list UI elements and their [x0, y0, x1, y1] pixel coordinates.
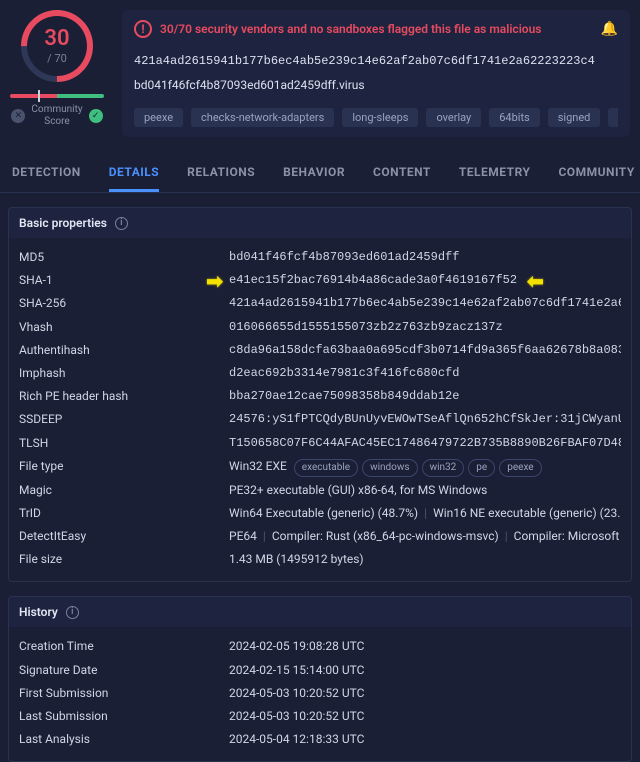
row-filetype: File type Win32 EXE executablewindowswin… — [9, 455, 631, 479]
flag-summary-text: 30/70 security vendors and no sandboxes … — [160, 22, 541, 36]
section-basic-properties: Basic properties i MD5bd041f46fcf4b87093… — [8, 207, 632, 582]
tag-signed[interactable]: signed — [548, 108, 601, 127]
tab-relations[interactable]: RELATIONS — [187, 153, 255, 192]
row-ssdeep: SSDEEP24576:yS1fPTCQdyBUnUyvEWOwTSeAflQn… — [9, 408, 631, 431]
row-sha1: SHA-1 ➡ e41ec15f2bac76914b4a86cade3a0f46… — [9, 269, 631, 292]
row-tlsh: TLSHT150658C07F6C44AFAC45EC17486479722B7… — [9, 432, 631, 455]
row-magic: MagicPE32+ executable (GUI) x86-64, for … — [9, 479, 631, 502]
highlight-arrow-right-icon: ➡ — [206, 275, 223, 287]
tab-community[interactable]: COMMUNITY — [558, 153, 634, 192]
tab-detection[interactable]: DETECTION — [12, 153, 81, 192]
tab-content[interactable]: CONTENT — [373, 153, 431, 192]
tab-telemetry[interactable]: TELEMETRY — [459, 153, 531, 192]
section-history: History i Creation Time2024-02-05 19:08:… — [8, 596, 632, 762]
row-authentihash: Authentihashc8da96a158dcfa63baa0a695cdf3… — [9, 339, 631, 362]
tag-persistence[interactable]: persistence — [608, 108, 618, 127]
row-first-submission: First Submission2024-05-03 10:20:52 UTC — [9, 682, 631, 705]
tag-long-sleeps[interactable]: long-sleeps — [342, 108, 418, 127]
row-last-submission: Last Submission2024-05-03 10:20:52 UTC — [9, 705, 631, 728]
file-summary-header: 30 / 70 ✕ Community Score ✓ ! 30/70 secu… — [0, 0, 640, 151]
filetype-pill-pe[interactable]: pe — [468, 459, 495, 477]
row-richpe: Rich PE header hashbba270ae12cae75098358… — [9, 385, 631, 408]
tab-details[interactable]: DETAILS — [109, 153, 159, 192]
section-title: History — [19, 605, 58, 619]
tag-64bits[interactable]: 64bits — [489, 108, 540, 127]
filetype-pill-peexe[interactable]: peexe — [499, 459, 541, 477]
section-header-basic[interactable]: Basic properties i — [9, 208, 631, 238]
row-sha256: SHA-256421a4ad2615941b177b6ec4ab5e239c14… — [9, 292, 631, 315]
alert-icon: ! — [134, 20, 152, 38]
highlight-arrow-left-icon: ➡ — [527, 275, 544, 287]
filetype-pill-windows[interactable]: windows — [362, 459, 418, 477]
community-score-label: Community Score — [31, 104, 82, 128]
section-title: Basic properties — [19, 216, 107, 230]
filetype-pill-win32[interactable]: win32 — [422, 459, 465, 477]
close-icon[interactable]: ✕ — [11, 109, 25, 123]
info-icon[interactable]: i — [66, 606, 79, 619]
detection-score-ring: 30 / 70 — [21, 10, 93, 82]
sha256-display: 421a4ad2615941b177b6ec4ab5e239c14e62af2a… — [134, 54, 618, 68]
row-md5: MD5bd041f46fcf4b87093ed601ad2459dff — [9, 246, 631, 269]
row-filesize: File size1.43 MB (1495912 bytes) — [9, 548, 631, 571]
filename-display: bd041f46fcf4b87093ed601ad2459dff.virus — [134, 78, 618, 92]
tag-peexe[interactable]: peexe — [134, 108, 183, 127]
tab-behavior[interactable]: BEHAVIOR — [283, 153, 345, 192]
score-value: 30 — [44, 28, 69, 50]
row-vhash: Vhash016066655d1555155073zb2z763zb9zacz1… — [9, 316, 631, 339]
row-imphash: Imphashd2eac692b3314e7981c3f416fc680cfd — [9, 362, 631, 385]
row-creation-time: Creation Time2024-02-05 19:08:28 UTC — [9, 635, 631, 658]
row-detectiteasy: DetectItEasy PE64|Compiler: Rust (x86_64… — [9, 525, 631, 548]
tag-overlay[interactable]: overlay — [426, 108, 481, 127]
score-column: 30 / 70 ✕ Community Score ✓ — [10, 10, 104, 137]
row-trid: TrID Win64 Executable (generic) (48.7%)|… — [9, 502, 631, 525]
header-main-panel: ! 30/70 security vendors and no sandboxe… — [122, 10, 630, 137]
tag-checks-network-adapters[interactable]: checks-network-adapters — [191, 108, 334, 127]
info-icon[interactable]: i — [115, 217, 128, 230]
bell-icon[interactable]: 🔔 — [601, 21, 618, 37]
check-icon[interactable]: ✓ — [89, 109, 103, 123]
tag-row: peexe checks-network-adapters long-sleeps o… — [134, 108, 618, 127]
score-meter — [10, 94, 104, 98]
section-header-history[interactable]: History i — [9, 597, 631, 627]
score-denominator: / 70 — [44, 52, 69, 65]
row-signature-date: Signature Date2024-02-15 15:14:00 UTC — [9, 659, 631, 682]
tab-bar: DETECTION DETAILS RELATIONS BEHAVIOR CONTENT… — [0, 153, 640, 193]
row-last-analysis: Last Analysis2024-05-04 12:18:33 UTC — [9, 728, 631, 751]
filetype-pill-executable[interactable]: executable — [294, 459, 358, 477]
